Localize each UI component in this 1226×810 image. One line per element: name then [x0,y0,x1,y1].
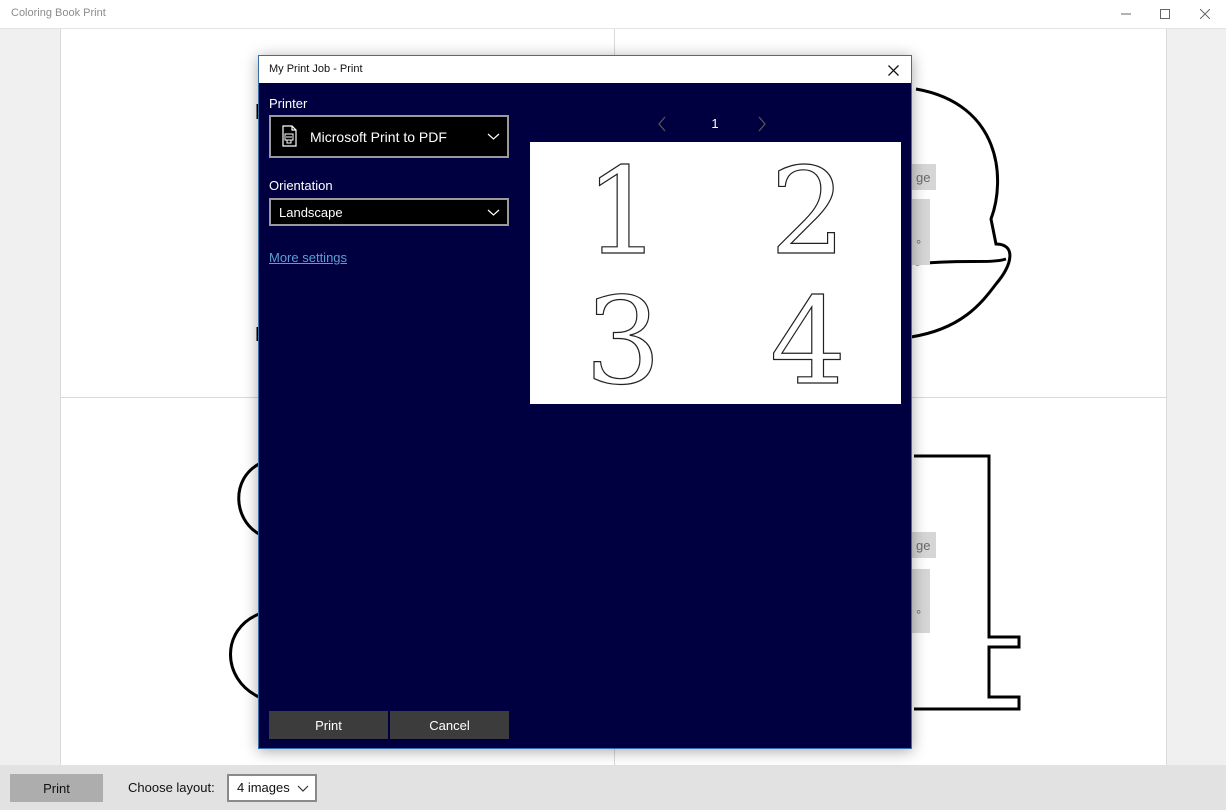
chevron-left-icon[interactable] [657,116,667,132]
dialog-title: My Print Job - Print [269,63,363,75]
printer-select[interactable]: Microsoft Print to PDF [269,115,509,158]
maximize-icon [1160,9,1170,19]
dialog-title-bar: My Print Job - Print [259,56,911,83]
dialog-print-button[interactable]: Print [269,711,388,739]
print-dialog: My Print Job - Print Printer Microsoft P… [258,55,912,749]
preview-digit: 1 [585,143,661,282]
layout-select-value: 4 images [237,780,290,795]
bottom-toolbar: Print Choose layout: 4 images [0,765,1226,810]
print-preview: 1 2 3 4 [530,142,901,404]
preview-pager: 1 [657,114,777,134]
choose-layout-label: Choose layout: [128,780,215,795]
chevron-down-icon [297,785,309,792]
ghost-degree: ° [910,569,930,633]
preview-digits: 1 2 3 4 [584,142,847,404]
pdf-printer-icon [282,125,297,147]
close-window-button[interactable] [1185,0,1225,28]
printer-label: Printer [269,96,308,111]
chevron-right-icon[interactable] [757,116,767,132]
minimize-icon [1121,13,1131,15]
app-title-bar: Coloring Book Print [0,0,1226,28]
orientation-select[interactable]: Landscape [269,198,509,226]
preview-digit: 2 [770,143,846,282]
close-icon [887,64,899,76]
dialog-close-button[interactable] [883,60,903,80]
maximize-button[interactable] [1145,0,1185,28]
print-button[interactable]: Print [10,774,103,802]
minimize-button[interactable] [1106,0,1146,28]
chevron-down-icon [487,133,500,140]
orientation-select-value: Landscape [279,205,343,220]
ghost-degree: ° [910,199,930,265]
ghost-chip: ge [910,164,936,190]
page-number: 1 [711,116,719,131]
orientation-label: Orientation [269,178,333,193]
chevron-down-icon [487,209,500,216]
ghost-chip: ge [910,532,936,558]
printer-select-value: Microsoft Print to PDF [310,129,447,145]
close-icon [1200,9,1210,19]
preview-digit: 4 [770,273,846,404]
more-settings-link[interactable]: More settings [269,250,347,265]
app-title: Coloring Book Print [11,7,106,19]
dialog-cancel-button[interactable]: Cancel [390,711,509,739]
preview-digit: 3 [585,273,661,404]
layout-select[interactable]: 4 images [227,774,317,802]
